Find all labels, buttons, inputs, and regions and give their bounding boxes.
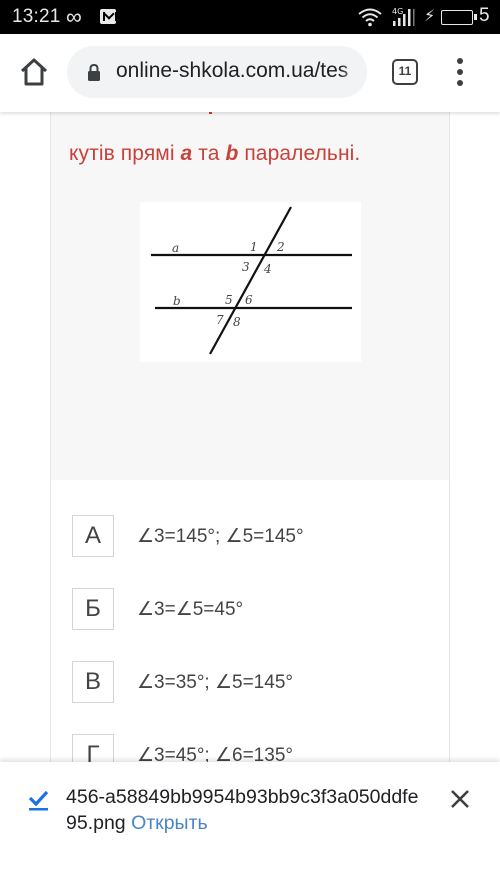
line-label-b: b [173,294,181,308]
question-text-part: кутів прямі [69,142,181,165]
home-icon[interactable] [18,56,50,88]
question-text-part: паралельні. [238,142,361,165]
angle-label-8: 8 [233,315,241,329]
download-filename: 456-a58849bb9954b93bb9c3f3a050ddfe95.png… [66,784,426,836]
charging-bolt-icon: ⚡ [424,8,436,25]
answer-text: ∠3=∠5=45° [137,598,244,620]
angle-label-1: 1 [250,240,258,254]
parallel-lines-diagram: a b 1 2 3 4 5 6 7 8 [140,202,361,362]
answer-option-a[interactable]: А ∠3=145°; ∠5=145° [72,515,432,557]
battery-level: 5 [479,5,490,26]
question-card: кутів прямі a та b паралельні. a b 1 2 3… [50,110,450,812]
angle-label-5: 5 [225,293,233,307]
browser-toolbar: online-shkola.com.ua/tes 11 [0,34,500,112]
line-b-variable: b [225,142,239,165]
angle-label-6: 6 [245,293,253,307]
question-text-part: та [192,142,226,165]
answer-letter[interactable]: А [72,515,114,557]
download-infobar: 456-a58849bb9954b93bb9c3f3a050ddfe95.png… [0,762,500,888]
address-bar[interactable]: online-shkola.com.ua/tes [67,46,367,98]
answer-option-v[interactable]: В ∠3=35°; ∠5=145° [72,661,432,703]
open-download-link[interactable]: Открыть [131,812,208,834]
answer-letter[interactable]: В [72,661,114,703]
question-area: кутів прямі a та b паралельні. a b 1 2 3… [51,110,449,480]
close-icon[interactable] [449,788,471,810]
line-a-variable: a [180,142,193,165]
download-complete-icon [28,790,49,811]
wifi-icon [358,8,382,27]
tab-switcher-button[interactable]: 11 [392,59,418,85]
filename-text: 456-a58849bb9954b93bb9c3f3a050ddfe95.png [66,786,419,834]
more-menu-icon[interactable] [452,56,468,88]
angle-label-3: 3 [242,260,250,274]
angle-label-2: 2 [276,240,285,254]
angle-label-4: 4 [263,262,272,276]
url-text: online-shkola.com.ua/tes [116,59,349,82]
network-label: 4G [392,7,403,16]
diagram-svg: a b 1 2 3 4 5 6 7 8 [151,206,352,355]
answer-text: ∠3=145°; ∠5=145° [137,525,304,547]
url-fade [339,46,367,98]
transversal [209,206,292,355]
question-text: кутів прямі a та b паралельні. [69,142,439,166]
line-label-a: a [172,241,179,255]
answer-option-b[interactable]: Б ∠3=∠5=45° [72,588,432,630]
angle-label-7: 7 [216,313,224,327]
status-bar: 13:21 ∞ 4G ⚡ 5 [0,0,500,34]
infinity-icon: ∞ [66,4,82,29]
4g-signal-icon: 4G [392,7,415,26]
status-time: 13:21 [12,6,61,27]
gmail-icon [100,9,117,24]
lock-icon [88,63,100,81]
battery-icon [441,10,477,25]
answer-text: ∠3=35°; ∠5=145° [137,671,293,693]
answer-letter[interactable]: Б [72,588,114,630]
